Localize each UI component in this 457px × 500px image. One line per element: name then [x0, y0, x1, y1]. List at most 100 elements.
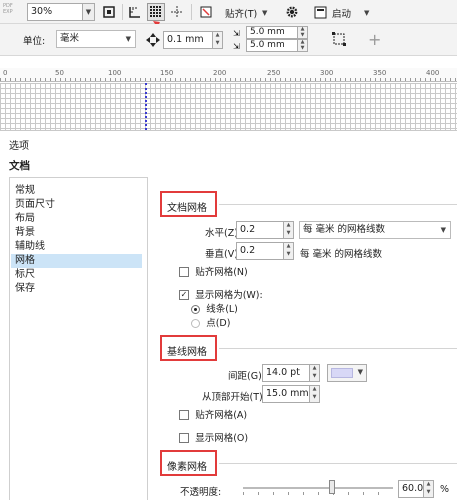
radio-selected	[191, 304, 200, 314]
slider-track	[243, 487, 393, 489]
grid-icon	[150, 6, 161, 17]
vertical-spacing-input[interactable]: 0.2	[236, 242, 284, 260]
duplicate-h-spinner[interactable]: ▲ ▼	[298, 26, 308, 39]
page-frame-icon	[332, 32, 346, 46]
start-from-top-spinner[interactable]: ▲ ▼	[310, 385, 320, 403]
pdf-icon: PDF EXP	[3, 3, 13, 15]
duplicate-h-input[interactable]: 5.0 mm	[246, 26, 298, 39]
horizontal-spinner[interactable]: ▲ ▼	[284, 221, 294, 239]
show-rulers-button[interactable]	[126, 3, 144, 21]
radio-unselected	[191, 318, 200, 328]
page-border-icon	[200, 6, 212, 18]
guidelines-icon	[171, 6, 183, 18]
ruler-tick-label: 300	[320, 69, 334, 77]
opacity-slider[interactable]	[243, 479, 393, 497]
section-header: 文档	[0, 154, 457, 174]
vertical-mode-text: 每 毫米 的网格线数	[300, 249, 383, 260]
tree-item-save[interactable]: 保存	[15, 282, 35, 296]
snap-to-menu[interactable]: 贴齐(T)	[225, 6, 257, 20]
horizontal-spacing-input[interactable]: 0.2	[236, 221, 284, 239]
property-bar-units: 单位: 毫米 ▼ 0.1 mm ▲ ▼ ⇲ 5.0 mm ▲ ▼ ⇲ 5.0 mm …	[0, 24, 457, 56]
unit-value: 毫米	[60, 33, 80, 44]
spacing-label: 间距(G):	[228, 371, 265, 382]
tree-item-grid-selected[interactable]: 网格	[11, 254, 142, 268]
pixel-grid-heading: 像素网格	[167, 462, 207, 473]
horizontal-mode-value: 每 毫米 的网格线数	[303, 224, 386, 235]
ruler-tick-label: 150	[160, 69, 174, 77]
tree-item-grid-label: 网格	[15, 255, 35, 266]
duplicate-v-input[interactable]: 5.0 mm	[246, 39, 298, 52]
start-from-top-input[interactable]: 15.0 mm	[262, 385, 310, 403]
zoom-dropdown-button[interactable]: ▼	[83, 3, 95, 21]
zoom-combo[interactable]: 30%	[27, 3, 83, 21]
slider-ticks	[243, 492, 393, 495]
show-grid-as-checkbox[interactable]: ✓ 显示网格为(W):	[179, 287, 263, 301]
launch-button[interactable]	[311, 3, 329, 21]
launch-label[interactable]: 启动	[332, 6, 351, 20]
tree-item-rulers[interactable]: 标尺	[15, 268, 35, 282]
horizontal-ruler[interactable]: 0 50 100 150 200 250 300 350 400	[0, 68, 457, 82]
property-bar-top: PDF EXP 30% ▼ 贴齐(T) ▼ 启动 ▼	[0, 0, 457, 24]
tree-item-background[interactable]: 背景	[15, 226, 35, 240]
pixel-grid-heading-box: 像素网格	[160, 450, 217, 476]
options-dialog: 选项 文档 常规 页面尺寸 布局 背景 辅助线 网格 标尺 保存 文档网格 水平…	[0, 130, 457, 500]
checkbox-unchecked	[179, 410, 189, 420]
baseline-spacing-input[interactable]: 14.0 pt	[262, 364, 310, 382]
slider-thumb[interactable]	[329, 480, 335, 494]
show-baseline-grid-checkbox[interactable]: 显示网格(O)	[179, 430, 248, 444]
ruler-tick-label: 100	[108, 69, 122, 77]
add-preset-button[interactable]: +	[368, 30, 381, 49]
show-grid-as-label: 显示网格为(W):	[195, 290, 263, 301]
tree-item-layout[interactable]: 布局	[15, 212, 35, 226]
ruler-tick-label: 50	[55, 69, 64, 77]
duplicate-v-spinner[interactable]: ▲ ▼	[298, 39, 308, 52]
grid-dots-label: 点(D)	[206, 318, 231, 329]
opacity-unit: %	[440, 484, 450, 495]
ruler-tick-label: 0	[3, 69, 8, 77]
checkbox-unchecked	[179, 267, 189, 277]
zoom-to-page-button[interactable]	[100, 3, 118, 21]
unit-select[interactable]: 毫米 ▼	[56, 30, 136, 48]
nudge-spinner[interactable]: ▲ ▼	[213, 31, 223, 49]
checkbox-unchecked	[179, 433, 189, 443]
svg-text:⇲: ⇲	[233, 42, 240, 50]
opacity-input[interactable]: 60.0	[398, 480, 424, 498]
grid-settings-panel: 文档网格 水平(Z): 0.2 ▲ ▼ 每 毫米 的网格线数 ▼ 垂直(V): 0…	[155, 177, 457, 500]
chevron-down-icon[interactable]: ▼	[364, 7, 369, 18]
launch-icon	[314, 6, 326, 18]
start-from-top-label: 从顶部开始(T):	[202, 392, 266, 403]
page-border-button[interactable]	[197, 3, 215, 21]
ruler-tick-label: 400	[426, 69, 440, 77]
grid-lines-label: 线条(L)	[206, 304, 238, 315]
grid-dots-radio[interactable]: 点(D)	[191, 315, 230, 329]
category-tree: 常规 页面尺寸 布局 背景 辅助线 网格 标尺 保存	[9, 177, 148, 500]
unit-label: 单位:	[23, 36, 46, 47]
edit-page-button[interactable]	[330, 30, 348, 48]
color-swatch	[331, 368, 353, 378]
section-divider	[219, 204, 457, 205]
baseline-color-picker[interactable]: ▼	[327, 364, 367, 382]
chevron-down-icon: ▼	[440, 226, 446, 234]
snap-document-grid-checkbox[interactable]: 贴齐网格(N)	[179, 264, 248, 278]
chevron-down-icon[interactable]: ▼	[262, 7, 267, 18]
snap-baseline-grid-checkbox[interactable]: 贴齐网格(A)	[179, 407, 247, 421]
options-button[interactable]	[283, 3, 301, 21]
drawing-canvas-grid[interactable]	[0, 83, 457, 130]
grid-lines-radio[interactable]: 线条(L)	[191, 301, 238, 315]
zoom-page-icon	[103, 6, 115, 18]
svg-text:⇲: ⇲	[233, 29, 240, 37]
tree-item-page-size[interactable]: 页面尺寸	[15, 198, 55, 212]
nudge-distance-input[interactable]: 0.1 mm	[163, 31, 213, 49]
nudge-icon	[146, 33, 160, 47]
section-divider	[219, 348, 457, 349]
horizontal-mode-select[interactable]: 每 毫米 的网格线数 ▼	[299, 221, 451, 239]
tree-item-guidelines[interactable]: 辅助线	[15, 240, 45, 254]
baseline-grid-heading: 基线网格	[167, 347, 207, 358]
duplicate-offset-v-icon: ⇲	[233, 42, 240, 50]
baseline-spacing-spinner[interactable]: ▲ ▼	[310, 364, 320, 382]
gear-icon	[286, 6, 298, 18]
vertical-spinner[interactable]: ▲ ▼	[284, 242, 294, 260]
tree-item-general[interactable]: 常规	[15, 184, 35, 198]
section-title: 文档	[9, 160, 30, 172]
opacity-spinner[interactable]: ▲ ▼	[424, 480, 434, 498]
